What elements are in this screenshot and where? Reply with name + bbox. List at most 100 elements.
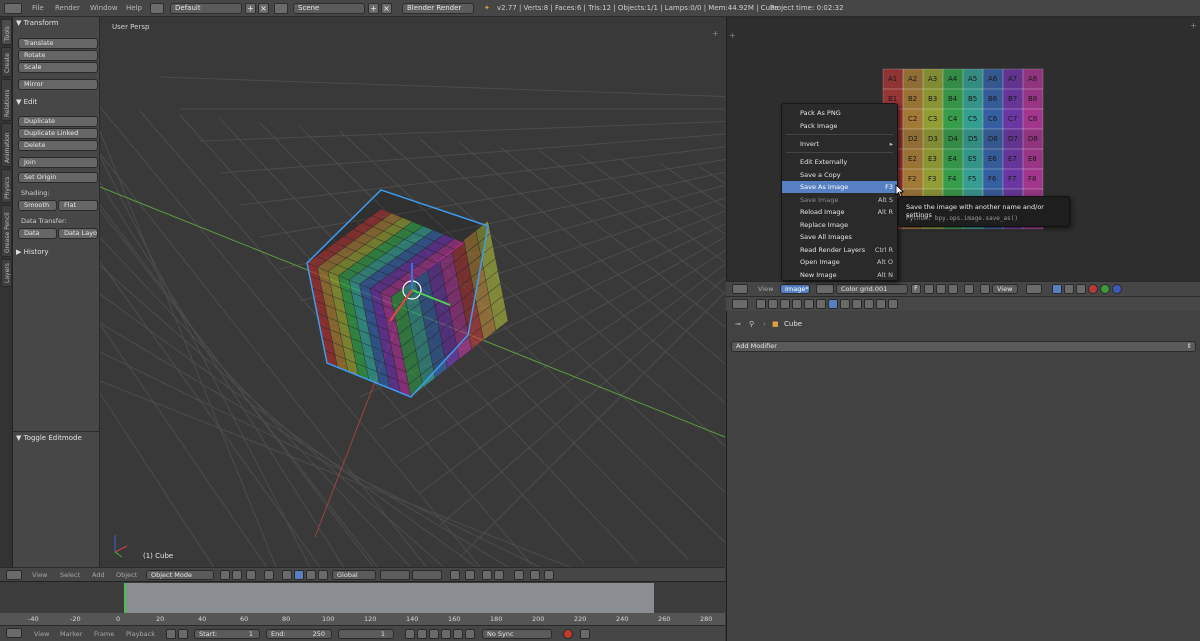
data-tab-icon[interactable]: [840, 299, 850, 309]
browse-image-icon[interactable]: [816, 284, 834, 294]
jump-start-icon[interactable]: [405, 629, 415, 639]
object-tab-icon[interactable]: [804, 299, 814, 309]
editor-type-icon[interactable]: [6, 570, 22, 580]
layers-grid-a[interactable]: [380, 570, 410, 580]
modifiers-tab-icon[interactable]: [828, 299, 838, 309]
area-split-icon[interactable]: +: [712, 29, 719, 38]
menu-view[interactable]: View: [34, 630, 49, 638]
image-name-field[interactable]: Color grid.001: [836, 284, 908, 294]
data-layout-button[interactable]: Data Layo: [58, 228, 98, 239]
menu-object[interactable]: Object: [116, 571, 137, 579]
menu-item-pack-image[interactable]: Pack Image: [782, 120, 897, 132]
constraints-tab-icon[interactable]: [816, 299, 826, 309]
lock-icon[interactable]: [178, 629, 188, 639]
pin-icon[interactable]: [964, 284, 974, 294]
menu-item-save-a-copy[interactable]: Save a Copy: [782, 169, 897, 181]
render-engine-select[interactable]: Blender Render: [402, 3, 474, 14]
menu-help[interactable]: Help: [126, 4, 142, 12]
add-scene-button[interactable]: +: [368, 3, 379, 14]
duplicate-linked-button[interactable]: Duplicate Linked: [18, 128, 98, 139]
tab-physics[interactable]: Physics: [1, 169, 12, 203]
tab-create[interactable]: Create: [1, 47, 12, 77]
tab-tools[interactable]: Tools: [1, 19, 12, 45]
menu-item-replace-image[interactable]: Replace Image: [782, 219, 897, 231]
sync-select[interactable]: No Sync: [482, 629, 552, 639]
menu-item-reload-image[interactable]: Reload Image Alt R: [782, 206, 897, 218]
render-animation-icon[interactable]: [544, 570, 554, 580]
menu-playback[interactable]: Playback: [126, 630, 155, 638]
menu-item-edit-externally[interactable]: Edit Externally: [782, 156, 897, 168]
menu-file[interactable]: File: [32, 4, 44, 12]
cube-object[interactable]: [306, 189, 509, 398]
pivot-icon[interactable]: [232, 570, 242, 580]
remove-scene-button[interactable]: ×: [381, 3, 392, 14]
rotate-button[interactable]: Rotate: [18, 50, 98, 61]
blue-channel-icon[interactable]: [1112, 284, 1122, 294]
mode-select[interactable]: Object Mode: [146, 570, 214, 580]
editor-type-icon[interactable]: [6, 628, 22, 638]
translate-widget-icon[interactable]: [294, 570, 304, 580]
menu-item-read-render-layers[interactable]: Read Render Layers Ctrl R: [782, 244, 897, 256]
opengl-render-icon[interactable]: [514, 570, 524, 580]
end-frame-field[interactable]: End: 250: [266, 629, 332, 639]
menu-item-new-image[interactable]: New Image Alt N: [782, 269, 897, 281]
menu-item-invert[interactable]: Invert ▸: [782, 138, 897, 150]
flat-button[interactable]: Flat: [58, 200, 98, 211]
scale-button[interactable]: Scale: [18, 62, 98, 73]
keying-icon[interactable]: [166, 629, 176, 639]
translate-button[interactable]: Translate: [18, 38, 98, 49]
snap-icon[interactable]: [482, 570, 492, 580]
lock-camera-icon[interactable]: [450, 570, 460, 580]
area-split-icon[interactable]: +: [729, 31, 736, 40]
start-frame-field[interactable]: Start: 1: [194, 629, 260, 639]
area-corner-icon[interactable]: +: [1190, 21, 1197, 30]
toggle-editmode-panel[interactable]: ▼ Toggle Editmode: [16, 432, 98, 444]
viewport-canvas[interactable]: [100, 17, 725, 567]
duplicate-button[interactable]: Duplicate: [18, 116, 98, 127]
render-layers-tab-icon[interactable]: [768, 299, 778, 309]
pivot-icon[interactable]: [1026, 284, 1042, 294]
current-frame-field[interactable]: 1: [338, 629, 394, 639]
material-tab-icon[interactable]: [852, 299, 862, 309]
menu-view[interactable]: View: [32, 571, 47, 579]
screen-layout-icon[interactable]: [150, 3, 164, 14]
menu-item-open-image[interactable]: Open Image Alt O: [782, 256, 897, 268]
render-preview-icon[interactable]: [530, 570, 540, 580]
tab-layers[interactable]: Layers: [1, 259, 12, 287]
menu-item-save-image[interactable]: Save Image Alt S: [782, 194, 897, 206]
manipulator-icon[interactable]: [246, 570, 256, 580]
smooth-button[interactable]: Smooth: [18, 200, 57, 211]
editor-type-icon[interactable]: [4, 3, 22, 14]
unlink-image-icon[interactable]: [948, 284, 958, 294]
mode-icon[interactable]: [980, 284, 990, 294]
jump-end-icon[interactable]: [465, 629, 475, 639]
fake-user-toggle[interactable]: F: [911, 284, 921, 294]
menu-item-save-all-images[interactable]: Save All Images: [782, 231, 897, 243]
next-keyframe-icon[interactable]: [453, 629, 463, 639]
menu-render[interactable]: Render: [55, 4, 80, 12]
set-origin-select[interactable]: Set Origin: [18, 172, 98, 183]
menu-item-pack-as-png[interactable]: Pack As PNG: [782, 107, 897, 119]
tab-grease-pencil[interactable]: Grease Pencil: [1, 205, 12, 257]
new-image-icon[interactable]: [924, 284, 934, 294]
pin-icon[interactable]: ⊸: [735, 320, 741, 328]
scale-widget-icon[interactable]: [318, 570, 328, 580]
translate-manipulator-icon[interactable]: [264, 570, 274, 580]
menu-marker[interactable]: Marker: [60, 630, 82, 638]
render-tab-icon[interactable]: [756, 299, 766, 309]
texture-tab-icon[interactable]: [864, 299, 874, 309]
add-modifier-select[interactable]: Add Modifier ⇕: [731, 341, 1196, 352]
play-reverse-icon[interactable]: [429, 629, 439, 639]
rotate-widget-icon[interactable]: [306, 570, 316, 580]
play-icon[interactable]: [441, 629, 451, 639]
menu-select[interactable]: Select: [60, 571, 80, 579]
keying-set-icon[interactable]: [580, 629, 590, 639]
red-channel-icon[interactable]: [1088, 284, 1098, 294]
tab-animation[interactable]: Animation: [1, 123, 12, 167]
editor-type-icon[interactable]: [732, 284, 748, 294]
remove-layout-button[interactable]: ×: [258, 3, 269, 14]
z-buffer-icon[interactable]: [1076, 284, 1086, 294]
layers-grid-b[interactable]: [412, 570, 442, 580]
delete-button[interactable]: Delete: [18, 140, 98, 151]
shading-icon[interactable]: [220, 570, 230, 580]
